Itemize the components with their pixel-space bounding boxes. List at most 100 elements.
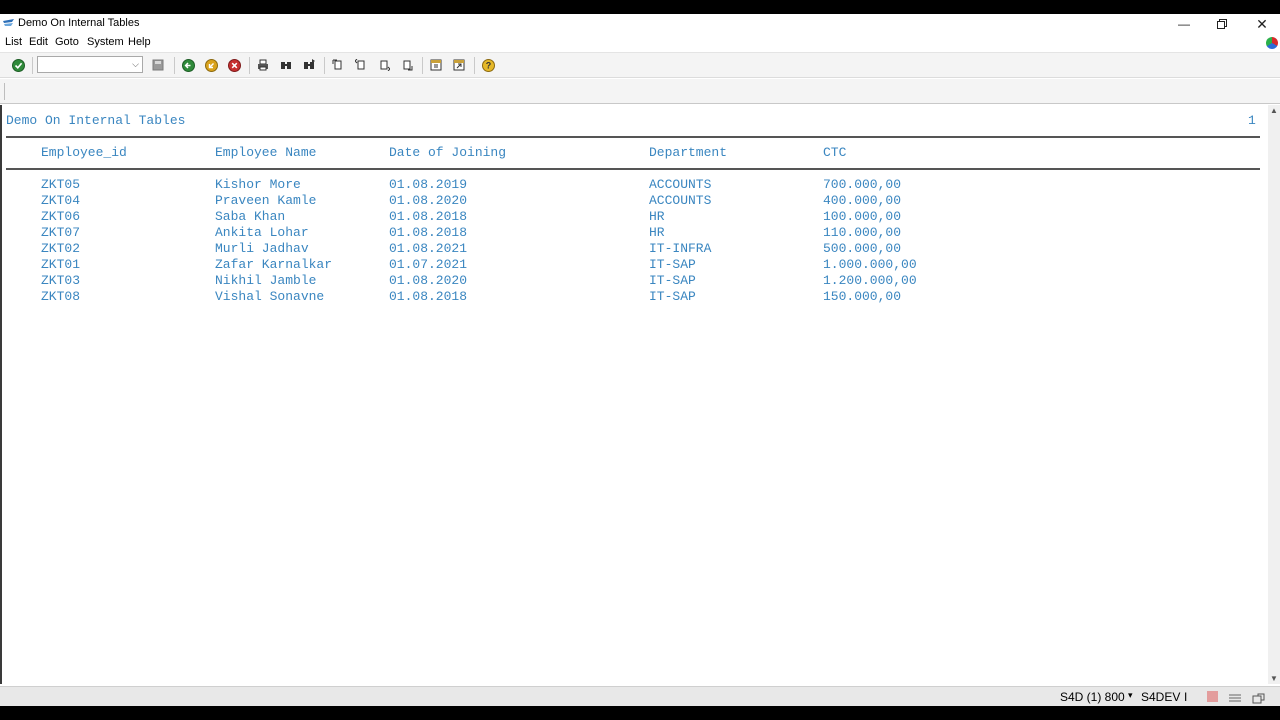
cell-department[interactable]: IT-INFRA [649,241,711,256]
shortcut-icon [453,59,465,71]
title-bar: Demo On Internal Tables — ✕ [0,14,1280,34]
back-button[interactable] [181,58,195,72]
report-title: Demo On Internal Tables [6,113,186,128]
column-header-ctc: CTC [823,145,847,160]
help-button[interactable]: ? [481,58,495,72]
menu-goto[interactable]: Goto [55,36,79,48]
back-icon [181,58,195,72]
server-name: S4DEV [1141,690,1181,704]
minimize-button[interactable]: — [1166,14,1202,34]
cell-department[interactable]: IT-SAP [649,257,696,272]
cell-employee-name[interactable]: Murli Jadhav [215,241,309,256]
previous-page-button[interactable] [354,58,368,72]
first-page-icon [332,59,342,70]
cell-date-of-joining[interactable]: 01.08.2018 [389,289,467,304]
cell-date-of-joining[interactable]: 01.08.2018 [389,209,467,224]
cell-ctc[interactable]: 700.000,00 [823,177,901,192]
cancel-button[interactable] [227,58,241,72]
help-icon: ? [481,58,495,72]
find-button[interactable] [279,58,293,72]
menu-system[interactable]: System [87,36,124,48]
sap-logo-icon [1266,37,1278,49]
settings-icon[interactable] [1252,691,1266,704]
restore-button[interactable] [1204,14,1240,34]
status-bar: S4D (1) 800 ▾ S4DEV I [0,686,1280,706]
cell-department[interactable]: HR [649,225,665,240]
cell-employee-name[interactable]: Nikhil Jamble [215,273,316,288]
cell-employee-name[interactable]: Ankita Lohar [215,225,309,240]
restore-icon [1217,19,1227,29]
scroll-up-icon[interactable]: ▲ [1270,106,1278,115]
menu-help[interactable]: Help [128,36,151,48]
cell-department[interactable]: ACCOUNTS [649,177,711,192]
system-dropdown-icon[interactable]: ▾ [1128,690,1133,701]
standard-toolbar: ⌵ ? [0,52,1280,78]
save-icon [152,59,164,71]
cell-department[interactable]: IT-SAP [649,273,696,288]
cell-department[interactable]: HR [649,209,665,224]
sap-window: Demo On Internal Tables — ✕ List Edit Go… [0,14,1280,706]
application-toolbar [0,79,1280,104]
first-page-button[interactable] [331,58,345,72]
page-number: 1 [1248,113,1256,128]
cell-employee-id[interactable]: ZKT02 [41,241,80,256]
next-page-icon [380,60,390,71]
cell-ctc[interactable]: 500.000,00 [823,241,901,256]
cell-employee-id[interactable]: ZKT03 [41,273,80,288]
enter-button[interactable] [11,58,25,72]
system-info[interactable]: S4D (1) 800 [1060,690,1125,704]
cell-employee-id[interactable]: ZKT08 [41,289,80,304]
close-button[interactable]: ✕ [1244,14,1280,34]
cell-ctc[interactable]: 100.000,00 [823,209,901,224]
shortcut-button[interactable] [452,58,466,72]
find-next-icon [304,59,315,69]
cell-employee-name[interactable]: Praveen Kamle [215,193,316,208]
cell-date-of-joining[interactable]: 01.07.2021 [389,257,467,272]
command-field[interactable]: ⌵ [37,56,143,73]
cell-date-of-joining[interactable]: 01.08.2018 [389,225,467,240]
cell-ctc[interactable]: 1.200.000,00 [823,273,917,288]
exit-button[interactable] [204,58,218,72]
next-page-button[interactable] [377,58,391,72]
new-session-icon [430,59,442,71]
cell-employee-id[interactable]: ZKT05 [41,177,80,192]
find-next-button[interactable] [302,58,316,72]
cell-ctc[interactable]: 1.000.000,00 [823,257,917,272]
menu-list[interactable]: List [5,36,22,48]
cell-employee-id[interactable]: ZKT06 [41,209,80,224]
minimize-icon: — [1178,17,1190,31]
column-header-employee-id: Employee_id [41,145,127,160]
cell-department[interactable]: ACCOUNTS [649,193,711,208]
scroll-down-icon[interactable]: ▼ [1270,674,1278,683]
header-divider [6,136,1260,138]
cell-employee-name[interactable]: Saba Khan [215,209,285,224]
menu-edit[interactable]: Edit [29,36,48,48]
cell-employee-id[interactable]: ZKT04 [41,193,80,208]
last-page-button[interactable] [400,58,414,72]
save-button[interactable] [151,58,165,72]
cell-employee-id[interactable]: ZKT07 [41,225,80,240]
find-icon [281,62,291,69]
cancel-icon [227,58,241,72]
cell-date-of-joining[interactable]: 01.08.2019 [389,177,467,192]
vertical-scrollbar[interactable]: ▲ ▼ [1268,105,1280,684]
input-mode: I [1184,690,1188,704]
layout-icon[interactable] [1228,691,1242,702]
exit-icon [204,58,218,72]
chevron-down-icon: ⌵ [132,59,139,69]
cell-ctc[interactable]: 150.000,00 [823,289,901,304]
cell-employee-id[interactable]: ZKT01 [41,257,80,272]
cell-date-of-joining[interactable]: 01.08.2020 [389,273,467,288]
new-session-button[interactable] [429,58,443,72]
cell-ctc[interactable]: 110.000,00 [823,225,901,240]
print-button[interactable] [256,58,270,72]
cell-employee-name[interactable]: Zafar Karnalkar [215,257,332,272]
cell-date-of-joining[interactable]: 01.08.2021 [389,241,467,256]
cell-department[interactable]: IT-SAP [649,289,696,304]
cell-date-of-joining[interactable]: 01.08.2020 [389,193,467,208]
sap-status-icon[interactable] [1207,691,1218,702]
cell-employee-name[interactable]: Kishor More [215,177,301,192]
cell-employee-name[interactable]: Vishal Sonavne [215,289,324,304]
cell-ctc[interactable]: 400.000,00 [823,193,901,208]
print-icon [258,59,268,71]
